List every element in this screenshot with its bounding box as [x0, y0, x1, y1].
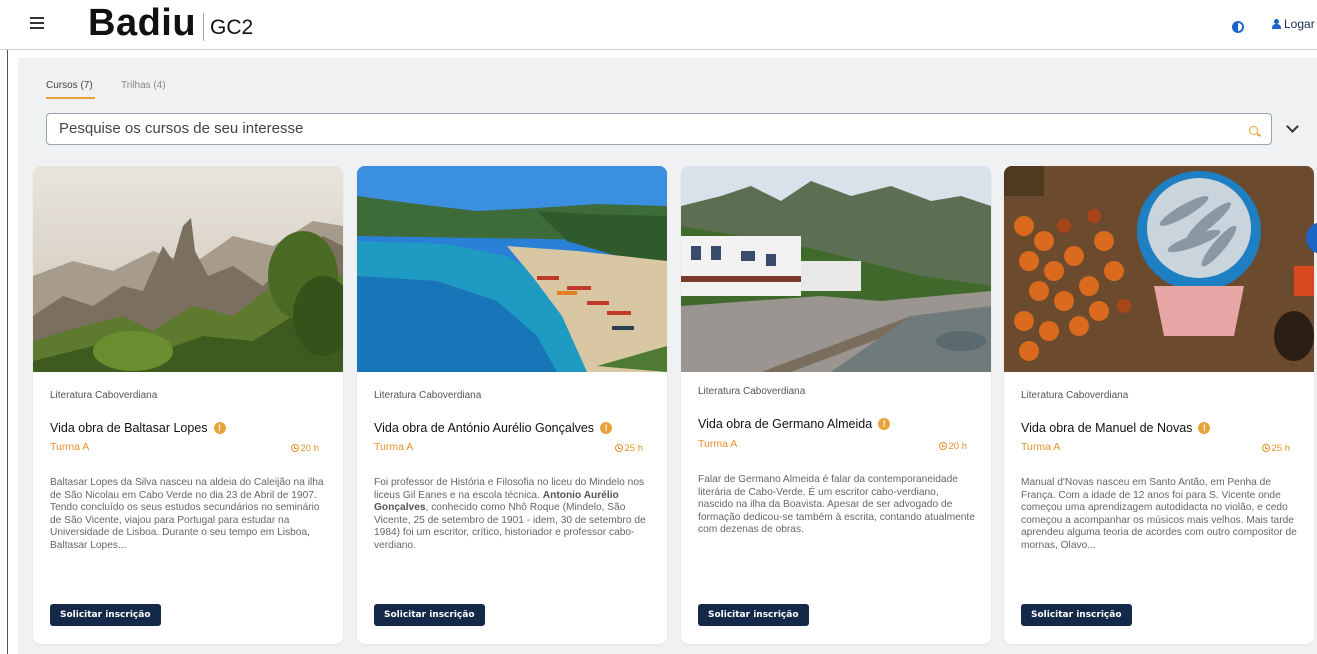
course-hours: 20 h	[290, 443, 320, 454]
search-icon[interactable]	[1249, 126, 1258, 135]
course-category: Literatura Caboverdiana	[1021, 390, 1129, 401]
search-input[interactable]	[59, 120, 1229, 137]
clock-icon	[290, 444, 299, 452]
course-description: Foi professor de História e Filosofia no…	[374, 477, 652, 553]
course-class: Turma A	[50, 441, 90, 453]
course-hours-text: 25 h	[1271, 443, 1291, 454]
clock-icon	[614, 444, 623, 452]
course-card[interactable]: Literatura Caboverdiana Vida obra de Bal…	[33, 166, 343, 644]
course-description: Falar de Germano Almeida é falar da cont…	[698, 474, 975, 536]
logo[interactable]: Badiu	[88, 2, 196, 45]
course-description: Baltasar Lopes da Silva nasceu na aldeia…	[50, 477, 324, 551]
course-title[interactable]: Vida obra de Manuel de Novas!	[1021, 421, 1211, 435]
clock-icon	[1261, 444, 1270, 452]
logo-divider	[203, 13, 204, 41]
info-icon[interactable]: !	[213, 422, 226, 434]
search-box	[46, 113, 1272, 145]
info-icon[interactable]: !	[600, 422, 613, 434]
enroll-button[interactable]: Solicitar inscrição	[50, 604, 161, 626]
course-category: Literatura Caboverdiana	[374, 390, 482, 401]
course-title-text[interactable]: Vida obra de Manuel de Novas	[1021, 421, 1192, 435]
course-image-beach[interactable]	[357, 166, 667, 372]
course-hours: 20 h	[938, 441, 968, 452]
info-icon[interactable]: !	[878, 418, 891, 430]
course-card[interactable]: Literatura Caboverdiana Vida obra de Ger…	[681, 166, 991, 644]
course-card[interactable]: Literatura Caboverdiana Vida obra de Man…	[1004, 166, 1314, 644]
main-panel: Cursos (7) Trilhas (4) Pesquise os curso…	[18, 58, 1317, 654]
login-label: Logar	[1284, 17, 1315, 31]
course-category: Literatura Caboverdiana	[50, 390, 158, 401]
clock-icon	[938, 442, 947, 450]
course-hours-text: 25 h	[624, 443, 644, 454]
info-icon[interactable]: !	[1198, 422, 1211, 434]
course-class: Turma A	[698, 438, 738, 450]
course-hours: 25 h	[614, 443, 644, 454]
course-hours: 25 h	[1261, 443, 1291, 454]
hamburger-menu-icon[interactable]	[30, 17, 44, 29]
course-hours-text: 20 h	[948, 441, 968, 452]
course-card[interactable]: Literatura Caboverdiana Vida obra de Ant…	[357, 166, 667, 644]
course-title[interactable]: Vida obra de António Aurélio Gonçalves!	[374, 421, 613, 435]
course-image-village[interactable]	[681, 166, 991, 372]
top-bar: Badiu GC2 Logar	[0, 0, 1317, 50]
course-category: Literatura Caboverdiana	[698, 386, 806, 397]
logo-subtitle: GC2	[210, 16, 254, 39]
course-title[interactable]: Vida obra de Germano Almeida!	[698, 417, 891, 431]
left-border	[7, 50, 8, 654]
enroll-button[interactable]: Solicitar inscrição	[374, 604, 485, 626]
course-title-text[interactable]: Vida obra de Germano Almeida	[698, 417, 872, 431]
course-title-text[interactable]: Vida obra de António Aurélio Gonçalves	[374, 421, 594, 435]
user-icon	[1272, 19, 1281, 29]
chevron-down-icon[interactable]	[1286, 120, 1299, 133]
course-title-text[interactable]: Vida obra de Baltasar Lopes	[50, 421, 208, 435]
enroll-button[interactable]: Solicitar inscrição	[1021, 604, 1132, 626]
course-image-mountain[interactable]	[33, 166, 343, 372]
contrast-toggle-icon[interactable]	[1232, 21, 1244, 33]
course-image-market[interactable]	[1004, 166, 1314, 372]
course-description: Manual d'Novas nasceu em Santo Antão, em…	[1021, 477, 1297, 551]
course-title[interactable]: Vida obra de Baltasar Lopes!	[50, 421, 226, 435]
active-tab-indicator	[46, 97, 95, 99]
enroll-button[interactable]: Solicitar inscrição	[698, 604, 809, 626]
course-class: Turma A	[374, 441, 414, 453]
course-hours-text: 20 h	[300, 443, 320, 454]
login-button[interactable]: Logar	[1272, 17, 1315, 31]
tab-trilhas[interactable]: Trilhas (4)	[121, 80, 166, 91]
course-class: Turma A	[1021, 441, 1061, 453]
tab-cursos[interactable]: Cursos (7)	[46, 80, 93, 91]
